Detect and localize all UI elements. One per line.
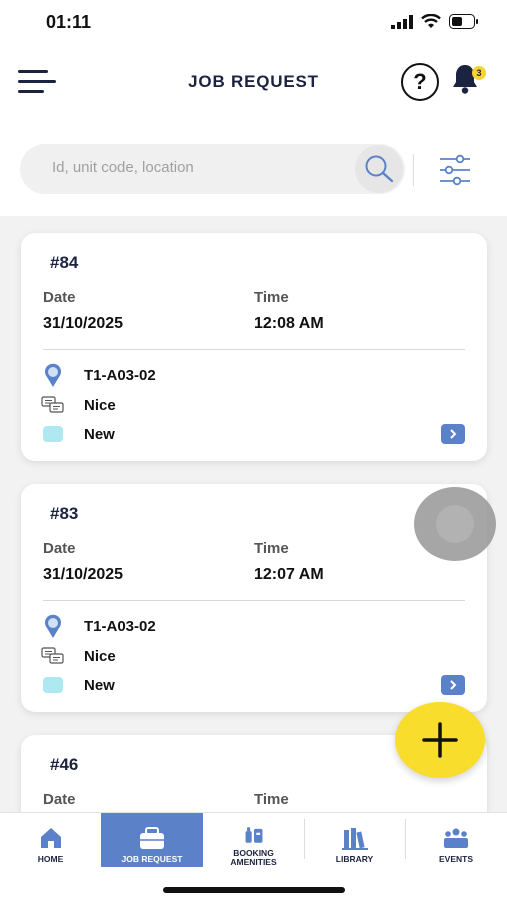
divider xyxy=(43,349,465,350)
time-label: Time xyxy=(254,791,289,808)
help-button[interactable]: ? xyxy=(401,63,439,101)
time-label: Time xyxy=(254,540,289,557)
status-icons xyxy=(391,14,479,29)
cellular-signal-icon xyxy=(391,14,413,29)
notification-badge: 3 xyxy=(472,66,486,80)
job-request-card[interactable]: #84 Date Time 31/10/2025 12:08 AM T1-A03… xyxy=(21,233,487,461)
time-value: 12:08 AM xyxy=(254,315,324,332)
bottom-nav: HOME JOB REQUEST BOOKING AMENITIES LIBRA… xyxy=(0,812,507,900)
search-section xyxy=(0,118,507,216)
nav-home[interactable]: HOME xyxy=(0,813,101,867)
filter-sliders-icon xyxy=(440,154,470,186)
briefcase-icon xyxy=(140,827,164,849)
nav-library[interactable]: LIBRARY xyxy=(304,813,405,867)
books-icon xyxy=(341,828,368,850)
chat-bubbles-icon xyxy=(41,644,65,668)
plus-icon xyxy=(422,722,458,758)
location-text: T1-A03-02 xyxy=(84,617,156,635)
nav-label: LIBRARY xyxy=(335,854,374,864)
app-header: JOB REQUEST ? 3 xyxy=(0,48,507,118)
battery-icon xyxy=(449,14,478,29)
status-row: New xyxy=(41,673,115,697)
description-row: Nice xyxy=(41,393,116,417)
wifi-icon xyxy=(421,14,441,28)
open-detail-button[interactable] xyxy=(441,675,465,695)
description-text: Nice xyxy=(84,647,116,665)
home-indicator xyxy=(163,887,345,893)
chevron-right-icon xyxy=(450,680,457,690)
time-value: 12:07 AM xyxy=(254,566,324,583)
notifications-button[interactable]: 3 xyxy=(448,62,486,98)
search-input[interactable] xyxy=(52,159,322,176)
nav-label: JOB REQUEST xyxy=(121,854,183,864)
location-row: T1-A03-02 xyxy=(41,614,156,638)
job-id: #84 xyxy=(50,253,79,272)
nav-events[interactable]: EVENTS xyxy=(405,813,507,867)
location-pin-icon xyxy=(41,363,65,387)
booking-icon xyxy=(245,827,262,843)
search-box xyxy=(20,144,405,194)
divider xyxy=(413,154,414,186)
nav-label: BOOKING AMENITIES xyxy=(230,848,277,867)
location-pin-icon xyxy=(41,614,65,638)
status-time: 01:11 xyxy=(46,12,92,32)
nav-label: HOME xyxy=(37,854,64,864)
date-label: Date xyxy=(43,540,76,557)
status-text: New xyxy=(84,425,115,443)
nav-label: EVENTS xyxy=(438,854,473,864)
location-row: T1-A03-02 xyxy=(41,363,156,387)
date-value: 31/10/2025 xyxy=(43,566,124,583)
date-value: 31/10/2025 xyxy=(43,315,124,332)
date-label: Date xyxy=(43,791,76,808)
add-job-request-button[interactable] xyxy=(395,702,485,778)
nav-job-request[interactable]: JOB REQUEST xyxy=(101,813,203,867)
description-row: Nice xyxy=(41,644,116,668)
description-text: Nice xyxy=(84,396,116,414)
nav-booking-amenities[interactable]: BOOKING AMENITIES xyxy=(203,813,304,867)
home-icon xyxy=(40,828,61,848)
job-id: #46 xyxy=(50,755,79,774)
status-text: New xyxy=(84,676,115,694)
filter-button[interactable] xyxy=(437,154,473,186)
search-button[interactable] xyxy=(355,145,403,193)
date-label: Date xyxy=(43,289,76,306)
chevron-right-icon xyxy=(450,429,457,439)
search-icon xyxy=(365,155,394,183)
status-bar: 01:11 xyxy=(0,0,507,48)
chat-bubbles-icon xyxy=(41,393,65,417)
events-icon xyxy=(444,828,468,848)
divider xyxy=(43,600,465,601)
help-icon: ? xyxy=(413,69,427,94)
location-text: T1-A03-02 xyxy=(84,366,156,384)
time-label: Time xyxy=(254,289,289,306)
open-detail-button[interactable] xyxy=(441,424,465,444)
status-color-swatch xyxy=(43,426,63,442)
touch-indicator xyxy=(414,487,496,561)
job-id: #83 xyxy=(50,504,79,523)
status-row: New xyxy=(41,422,115,446)
status-color-swatch xyxy=(43,677,63,693)
